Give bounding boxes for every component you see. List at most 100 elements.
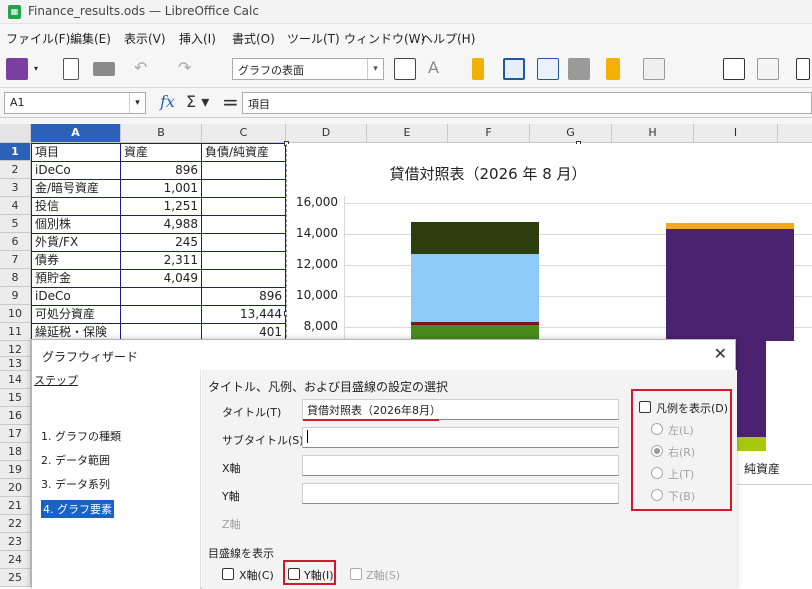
menu-edit[interactable]: 編集(E) bbox=[70, 30, 111, 47]
column-header-d[interactable]: D bbox=[286, 124, 367, 143]
row-header[interactable]: 19 bbox=[0, 461, 31, 479]
row-header[interactable]: 5 bbox=[0, 215, 31, 233]
step-data-range[interactable]: 2. データ範囲 bbox=[41, 452, 110, 468]
cell-c5[interactable] bbox=[202, 216, 286, 234]
legend-top-radio[interactable] bbox=[651, 467, 663, 479]
cell-a7[interactable]: 債券 bbox=[32, 252, 121, 270]
input-line[interactable]: 項目 bbox=[242, 92, 812, 114]
format-selection-icon[interactable] bbox=[394, 58, 416, 80]
cell-a3[interactable]: 金/暗号資産 bbox=[32, 180, 121, 198]
legend-options-icon[interactable] bbox=[757, 58, 779, 80]
column-header-c[interactable]: C bbox=[202, 124, 286, 143]
cell-a9[interactable]: iDeCo bbox=[32, 288, 121, 306]
row-header[interactable]: 24 bbox=[0, 551, 31, 569]
column-header-f[interactable]: F bbox=[448, 124, 530, 143]
row-header[interactable]: 13 bbox=[0, 357, 31, 371]
formula-icon[interactable]: = bbox=[222, 90, 239, 114]
cell-b1[interactable]: 資産 bbox=[121, 144, 202, 162]
x-axis-input[interactable] bbox=[302, 455, 619, 476]
row-header[interactable]: 1 bbox=[0, 143, 31, 161]
cell-b7[interactable]: 2,311 bbox=[121, 252, 202, 270]
function-wizard-icon[interactable]: fx bbox=[160, 92, 175, 111]
menu-tools[interactable]: ツール(T) bbox=[287, 30, 340, 47]
cell-c2[interactable] bbox=[202, 162, 286, 180]
cell-c8[interactable] bbox=[202, 270, 286, 288]
row-header[interactable]: 18 bbox=[0, 443, 31, 461]
menu-window[interactable]: ウィンドウ(W) bbox=[344, 30, 425, 47]
step-chart-elements[interactable]: 4. グラフ要素 bbox=[41, 500, 114, 518]
cell-b5[interactable]: 4,988 bbox=[121, 216, 202, 234]
grid-y-checkbox[interactable] bbox=[288, 568, 300, 580]
menu-view[interactable]: 表示(V) bbox=[124, 30, 166, 47]
cell-b9[interactable] bbox=[121, 288, 202, 306]
legend-right-radio[interactable] bbox=[651, 445, 663, 457]
cell-a10[interactable]: 可処分資産 bbox=[32, 306, 121, 324]
column-header-i[interactable]: I bbox=[694, 124, 778, 143]
title-input[interactable]: 貸借対照表（2026年8月） bbox=[302, 399, 619, 420]
cell-c3[interactable] bbox=[202, 180, 286, 198]
row-header[interactable]: 22 bbox=[0, 515, 31, 533]
row-header[interactable]: 10 bbox=[0, 305, 31, 323]
row-header[interactable]: 9 bbox=[0, 287, 31, 305]
menu-format[interactable]: 書式(O) bbox=[232, 30, 275, 47]
redo-icon[interactable]: ↷ bbox=[178, 58, 200, 80]
menu-help[interactable]: ヘルプ(H) bbox=[421, 30, 475, 47]
column-header-h[interactable]: H bbox=[612, 124, 694, 143]
chart-type-icon[interactable] bbox=[472, 58, 484, 80]
row-header[interactable]: 14 bbox=[0, 371, 31, 389]
cell-b2[interactable]: 896 bbox=[121, 162, 202, 180]
row-header[interactable]: 25 bbox=[0, 569, 31, 587]
name-box[interactable]: A1 ▾ bbox=[4, 92, 146, 114]
row-header[interactable]: 3 bbox=[0, 179, 31, 197]
data-range-icon[interactable] bbox=[606, 58, 620, 80]
cell-a6[interactable]: 外貨/FX bbox=[32, 234, 121, 252]
y-axis-input[interactable] bbox=[302, 483, 619, 504]
cell-c7[interactable] bbox=[202, 252, 286, 270]
grid-z-checkbox[interactable] bbox=[350, 568, 362, 580]
column-header-b[interactable]: B bbox=[121, 124, 202, 143]
column-header-g[interactable]: G bbox=[530, 124, 612, 143]
cell-b8[interactable]: 4,049 bbox=[121, 270, 202, 288]
menu-file[interactable]: ファイル(F) bbox=[6, 30, 70, 47]
close-icon[interactable]: ✕ bbox=[714, 344, 727, 363]
row-header[interactable]: 20 bbox=[0, 479, 31, 497]
select-all-corner[interactable] bbox=[0, 124, 31, 143]
data-table-icon[interactable] bbox=[643, 58, 665, 80]
cell-c10[interactable]: 13,444 bbox=[202, 306, 286, 324]
row-header[interactable]: 11 bbox=[0, 323, 31, 341]
character-icon[interactable]: A bbox=[428, 58, 450, 80]
row-header[interactable]: 7 bbox=[0, 251, 31, 269]
cell-b3[interactable]: 1,001 bbox=[121, 180, 202, 198]
undo-icon[interactable]: ↶ bbox=[134, 58, 156, 80]
cell-c9[interactable]: 896 bbox=[202, 288, 286, 306]
save-dropdown-icon[interactable]: ▾ bbox=[34, 58, 44, 80]
legend-icon[interactable] bbox=[723, 58, 745, 80]
chart-area-icon[interactable] bbox=[503, 58, 525, 80]
cell-b10[interactable] bbox=[121, 306, 202, 324]
3d-view-icon[interactable] bbox=[568, 58, 590, 80]
column-header-e[interactable]: E bbox=[367, 124, 448, 143]
grid-x-checkbox[interactable] bbox=[222, 568, 234, 580]
row-header[interactable]: 15 bbox=[0, 389, 31, 407]
step-data-series[interactable]: 3. データ系列 bbox=[41, 476, 110, 492]
row-header[interactable]: 8 bbox=[0, 269, 31, 287]
legend-left-radio[interactable] bbox=[651, 423, 663, 435]
column-header-j[interactable] bbox=[778, 124, 812, 143]
column-header-a[interactable]: A bbox=[31, 124, 121, 143]
cell-a4[interactable]: 投信 bbox=[32, 198, 121, 216]
menu-insert[interactable]: 挿入(I) bbox=[179, 30, 216, 47]
print-icon[interactable] bbox=[93, 62, 115, 76]
row-header[interactable]: 2 bbox=[0, 161, 31, 179]
subtitle-input[interactable] bbox=[302, 427, 619, 448]
cell-c1[interactable]: 負債/純資産 bbox=[202, 144, 286, 162]
row-header[interactable]: 23 bbox=[0, 533, 31, 551]
cell-a2[interactable]: iDeCo bbox=[32, 162, 121, 180]
step-chart-type[interactable]: 1. グラフの種類 bbox=[41, 428, 121, 444]
sum-icon[interactable]: Σ ▾ bbox=[186, 92, 209, 111]
row-header[interactable]: 12 bbox=[0, 341, 31, 357]
cell-a5[interactable]: 個別株 bbox=[32, 216, 121, 234]
cell-a8[interactable]: 預貯金 bbox=[32, 270, 121, 288]
cell-a1[interactable]: 項目 bbox=[32, 144, 121, 162]
row-header[interactable]: 16 bbox=[0, 407, 31, 425]
legend-bottom-radio[interactable] bbox=[651, 489, 663, 501]
